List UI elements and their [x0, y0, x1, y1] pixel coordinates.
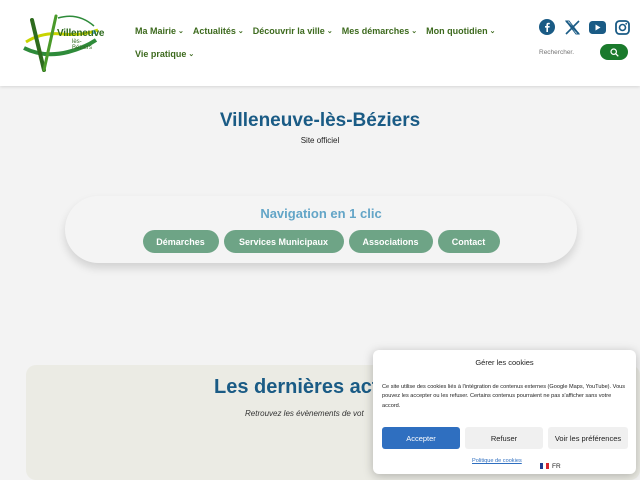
logo-subname: lès-Béziers — [72, 39, 93, 51]
page-subtitle: Site officiel — [300, 136, 340, 145]
nav-item-decouvrir[interactable]: Découvrir la ville ⌄ — [253, 24, 333, 38]
quick-nav-title: Navigation en 1 clic — [260, 206, 382, 221]
nav-item-quotidien[interactable]: Mon quotidien ⌄ — [426, 24, 495, 38]
instagram-icon[interactable] — [613, 18, 631, 36]
contact-button[interactable]: Contact — [437, 230, 500, 253]
facebook-icon[interactable] — [538, 18, 556, 36]
chevron-down-icon: ⌄ — [326, 28, 333, 35]
language-code: FR — [552, 462, 561, 470]
search-button[interactable] — [600, 44, 628, 60]
quick-nav-buttons: Démarches Services Municipaux Associatio… — [65, 230, 577, 253]
site-header: Villeneuve lès-Béziers Ma Mairie ⌄ Actua… — [0, 0, 640, 86]
social-links — [538, 18, 631, 36]
search-icon — [609, 47, 619, 57]
cookie-banner: Gérer les cookies Ce site utilise des co… — [373, 350, 636, 474]
search-input[interactable] — [533, 44, 603, 61]
news-title: Les dernières actu — [214, 376, 391, 398]
quick-nav-card: Navigation en 1 clic Démarches Services … — [65, 196, 577, 263]
associations-button[interactable]: Associations — [348, 230, 433, 253]
chevron-down-icon: ⌄ — [188, 51, 195, 58]
nav-item-vie-pratique[interactable]: Vie pratique ⌄ — [135, 47, 194, 61]
page-title: Villeneuve-lès-Béziers — [219, 110, 421, 131]
cookie-title: Gérer les cookies — [475, 358, 534, 367]
youtube-icon[interactable] — [588, 18, 606, 36]
nav-item-label: Mes démarches — [341, 26, 410, 36]
cookie-preferences-button[interactable]: Voir les préférences — [548, 427, 628, 449]
site-logo[interactable]: Villeneuve lès-Béziers — [22, 12, 104, 74]
nav-item-label: Ma Mairie — [135, 26, 177, 36]
nav-item-label: Mon quotidien — [426, 26, 488, 36]
language-switcher[interactable]: FR — [530, 458, 578, 474]
nav-item-label: Actualités — [192, 26, 236, 36]
refuse-cookies-button[interactable]: Refuser — [465, 427, 543, 449]
chevron-down-icon: ⌄ — [489, 28, 496, 35]
nav-item-demarches[interactable]: Mes démarches ⌄ — [342, 24, 417, 38]
news-subtitle: Retrouvez les évènements de vot — [245, 409, 364, 418]
nav-item-actualites[interactable]: Actualités ⌄ — [193, 24, 244, 38]
demarches-button[interactable]: Démarches — [142, 230, 219, 253]
accept-cookies-button[interactable]: Accepter — [382, 427, 460, 449]
logo-name: Villeneuve — [57, 28, 105, 39]
cookie-policy-link[interactable]: Politique de cookies — [472, 458, 522, 464]
search-form — [533, 44, 628, 61]
french-flag-icon — [540, 463, 549, 469]
nav-row-1: Ma Mairie ⌄ Actualités ⌄ Découvrir la vi… — [135, 24, 495, 38]
nav-row-2: Vie pratique ⌄ — [135, 47, 485, 61]
chevron-down-icon: ⌄ — [178, 28, 184, 35]
main-nav: Ma Mairie ⌄ Actualités ⌄ Découvrir la vi… — [135, 24, 495, 70]
nav-item-label: Vie pratique — [135, 49, 187, 59]
chevron-down-icon: ⌄ — [237, 28, 244, 35]
cookie-text: Ce site utilise des cookies liés à l'int… — [382, 384, 626, 409]
x-icon[interactable] — [563, 18, 581, 36]
services-municipaux-button[interactable]: Services Municipaux — [223, 230, 344, 253]
nav-item-label: Découvrir la ville — [252, 26, 325, 36]
chevron-down-icon: ⌄ — [411, 28, 418, 35]
nav-item-ma-mairie[interactable]: Ma Mairie ⌄ — [135, 24, 184, 38]
